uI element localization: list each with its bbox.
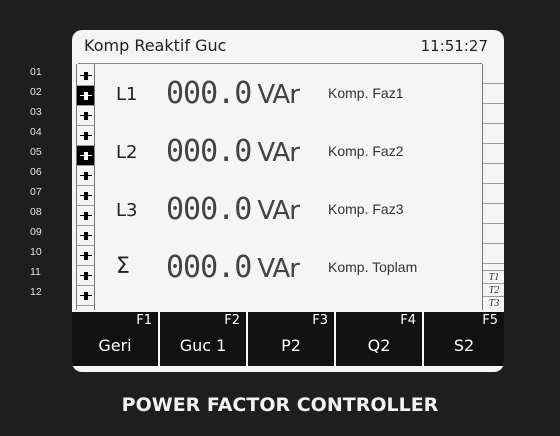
fkey-label: Q2 [367,336,391,355]
reading-description: Komp. Faz3 [328,201,404,217]
capacitor-step-12 [77,286,94,306]
reading-value: 000.0 VAr [166,134,300,169]
reading-description: Komp. Faz1 [328,85,404,101]
capacitor-icon [79,111,92,120]
status-side-column: T1 T2 T3 [482,64,504,310]
capacitor-icon [79,91,92,100]
reading-row-l3: L3 000.0 VAr Komp. Faz3 [102,192,482,228]
fkey-code: F1 [136,313,152,328]
f1-back-button[interactable]: F1 Geri [72,312,160,366]
f2-guc1-button[interactable]: F2 Guc 1 [160,312,248,366]
side-cell [483,224,504,244]
reading-unit: VAr [257,254,300,284]
fkey-label: S2 [453,336,475,355]
capacitor-step-column [76,64,95,310]
side-cell [483,84,504,104]
side-cell [483,104,504,124]
side-cell [483,144,504,164]
capacitor-step-1 [77,66,94,86]
sigma-icon: Σ [116,254,130,279]
reading-description: Komp. Toplam [328,259,418,275]
reading-number: 000.0 [166,134,252,169]
f5-s2-button[interactable]: F5 S2 [424,312,504,366]
channel-number: 08 [30,206,42,218]
channel-number: 07 [30,186,42,198]
side-tag-t3: T3 [483,296,504,309]
capacitor-icon [79,71,92,80]
clock: 11:51:27 [420,37,488,55]
capacitor-step-7 [77,186,94,206]
channel-number: 04 [30,126,42,138]
reading-description: Komp. Faz2 [328,143,404,159]
capacitor-step-3 [77,106,94,126]
side-tag-t1: T1 [483,270,504,283]
channel-number: 11 [30,266,41,278]
channel-number: 03 [30,106,42,118]
side-tag-t2: T2 [483,283,504,296]
side-cell [483,124,504,144]
fkey-code: F4 [400,313,416,328]
channel-number: 06 [30,166,42,178]
capacitor-icon [79,231,92,240]
fkey-code: F3 [312,313,328,328]
fkey-label: P2 [281,336,301,355]
reading-row-l1: L1 000.0 VAr Komp. Faz1 [102,76,482,112]
phase-label: L3 [116,200,138,221]
fkey-label: Guc 1 [179,336,227,355]
side-cell [483,204,504,224]
reading-unit: VAr [257,80,300,110]
phase-label: L1 [116,84,138,105]
fkey-code: F2 [224,313,240,328]
capacitor-icon [79,151,92,160]
capacitor-step-5 [77,146,94,166]
capacitor-step-10 [77,246,94,266]
reading-number: 000.0 [166,250,252,285]
reading-row-l2: L2 000.0 VAr Komp. Faz2 [102,134,482,170]
capacitor-step-4 [77,126,94,146]
device-caption: POWER FACTOR CONTROLLER [121,394,439,416]
reading-value: 000.0 VAr [166,76,300,111]
reading-number: 000.0 [166,76,252,111]
side-cell [483,244,504,264]
channel-number: 10 [30,246,42,258]
reading-row-total: Σ 000.0 VAr Komp. Toplam [102,250,482,286]
channel-number: 01 [30,66,42,78]
side-cell [483,184,504,204]
channel-number: 12 [30,286,42,298]
f4-q2-button[interactable]: F4 Q2 [336,312,424,366]
reading-unit: VAr [257,138,300,168]
fkey-label: Geri [98,336,132,355]
controller-device: 01 02 03 04 05 06 07 08 09 10 11 12 Komp… [0,0,560,436]
reading-unit: VAr [257,196,300,226]
capacitor-icon [79,131,92,140]
channel-number: 09 [30,226,42,238]
capacitor-icon [79,171,92,180]
header-divider [78,63,482,64]
capacitor-icon [79,251,92,260]
reading-value: 000.0 VAr [166,250,300,285]
capacitor-icon [79,211,92,220]
fkey-code: F5 [482,313,498,328]
capacitor-step-9 [77,226,94,246]
capacitor-icon [79,191,92,200]
reading-value: 000.0 VAr [166,192,300,227]
reading-number: 000.0 [166,192,252,227]
function-key-bar: F1 Geri F2 Guc 1 F3 P2 F4 Q2 F5 S2 [72,312,504,372]
capacitor-step-2 [77,86,94,106]
side-cell [483,164,504,184]
capacitor-icon [79,271,92,280]
phase-label: L2 [116,142,138,163]
capacitor-step-6 [77,166,94,186]
capacitor-icon [79,291,92,300]
screen-header: Komp Reaktif Guc 11:51:27 [72,30,504,64]
lcd-screen: Komp Reaktif Guc 11:51:27 L1 000.0 VAr Ko… [72,30,504,372]
capacitor-step-8 [77,206,94,226]
capacitor-step-11 [77,266,94,286]
channel-number: 05 [30,146,42,158]
f3-p2-button[interactable]: F3 P2 [248,312,336,366]
side-cell [483,64,504,84]
screen-title: Komp Reaktif Guc [84,36,227,55]
channel-number: 02 [30,86,42,98]
